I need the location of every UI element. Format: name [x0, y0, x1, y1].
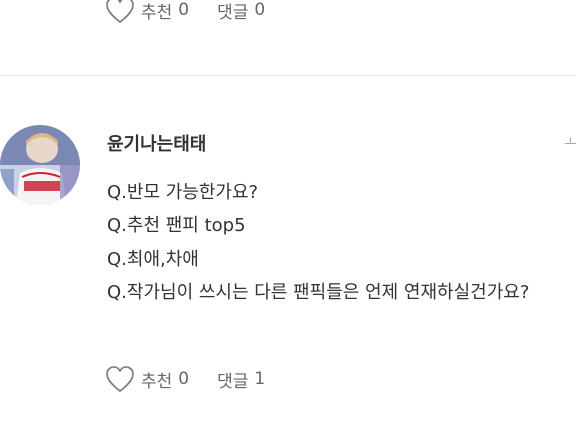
comment-actions: 추천 0 댓글 1: [105, 365, 265, 393]
comment-count: 0: [254, 0, 266, 20]
recommend-label[interactable]: 추천: [141, 367, 172, 392]
comment-author[interactable]: 윤기나는태태: [107, 130, 206, 156]
top-post-actions: 추천 0 댓글 0: [105, 0, 265, 24]
more-options-glyph[interactable]: ㅗ: [564, 132, 576, 152]
avatar[interactable]: [0, 125, 80, 205]
comment-line: Q.추천 팬피 top5: [107, 215, 246, 237]
comment-count: 1: [254, 369, 266, 389]
section-divider: [0, 75, 576, 76]
comment-label[interactable]: 댓글: [217, 0, 248, 23]
recommend-count: 0: [178, 0, 190, 20]
heart-icon[interactable]: [105, 0, 135, 24]
avatar-image: [0, 125, 80, 205]
comment-label[interactable]: 댓글: [217, 367, 248, 392]
recommend-label[interactable]: 추천: [141, 0, 172, 23]
comment-line: Q.최애,차애: [107, 248, 199, 270]
recommend-count: 0: [178, 369, 190, 389]
heart-icon[interactable]: [105, 365, 135, 393]
comment-line: Q.반모 가능한가요?: [107, 182, 259, 203]
comment-line: Q.작가님이 쓰시는 다른 팬픽들은 언제 연재하실건가요?: [107, 281, 530, 303]
comment-body: Q.반모 가능한가요? Q.추천 팬피 top5 Q.최애,차애 Q.작가님이 …: [107, 176, 529, 309]
